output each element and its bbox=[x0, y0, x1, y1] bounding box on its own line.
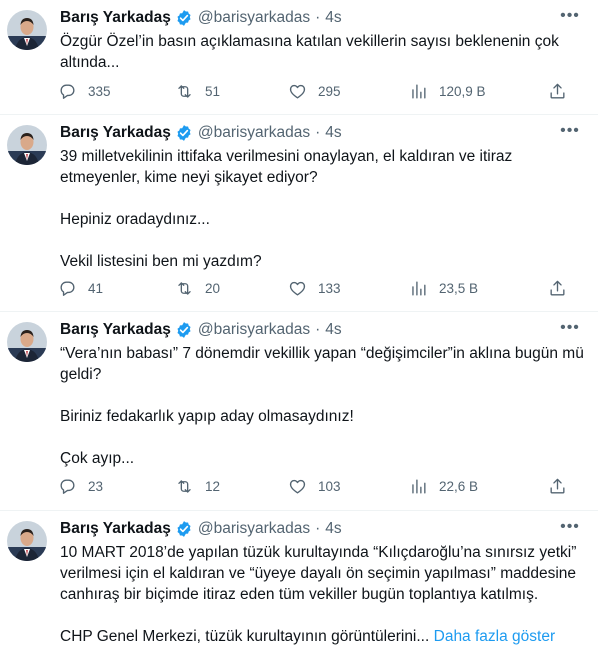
reply-icon bbox=[60, 280, 75, 296]
like-button[interactable]: 133 bbox=[288, 277, 341, 299]
avatar[interactable] bbox=[7, 125, 47, 165]
retweet-count: 20 bbox=[205, 280, 221, 296]
tweet-feed: Barış Yarkadaş @barisyarkadas · 4s ••• Ö… bbox=[0, 0, 598, 648]
views-button[interactable]: 120,9 B bbox=[409, 80, 486, 102]
share-icon bbox=[550, 280, 565, 296]
more-icon[interactable]: ••• bbox=[558, 6, 582, 26]
share-button[interactable] bbox=[548, 277, 567, 299]
reply-button[interactable]: 335 bbox=[58, 80, 111, 102]
tweet-paragraph: Hepiniz oradaydınız... bbox=[60, 211, 210, 228]
heart-icon bbox=[289, 84, 306, 99]
tweet-paragraph: Özgür Özel’in basın açıklamasına katılan… bbox=[60, 33, 564, 71]
heart-icon bbox=[289, 281, 306, 296]
more-icon[interactable]: ••• bbox=[558, 318, 582, 338]
tweet-paragraph: Biriniz fedakarlık yapıp aday olmasaydın… bbox=[60, 408, 354, 425]
separator-dot: · bbox=[315, 520, 321, 537]
tweet-header: Barış Yarkadaş @barisyarkadas · 4s bbox=[60, 7, 342, 29]
views-icon bbox=[412, 478, 426, 494]
view-count: 23,5 B bbox=[439, 280, 479, 296]
tweet-header: Barış Yarkadaş @barisyarkadas · 4s bbox=[60, 518, 342, 540]
tweet-time[interactable]: 4s bbox=[325, 9, 341, 27]
tweet-text: 39 milletvekilinin ittifaka verilmesini … bbox=[60, 146, 588, 272]
author-handle[interactable]: @barisyarkadas bbox=[198, 9, 310, 27]
author-handle[interactable]: @barisyarkadas bbox=[198, 124, 310, 142]
tweet-paragraph: Vekil listesini ben mi yazdım? bbox=[60, 253, 262, 270]
share-icon bbox=[550, 478, 565, 494]
retweet-count: 51 bbox=[205, 83, 221, 99]
tweet-time[interactable]: 4s bbox=[325, 520, 341, 538]
tweet-actions: 23 12 103 22,6 B bbox=[58, 475, 568, 497]
more-icon[interactable]: ••• bbox=[558, 121, 582, 141]
tweet-paragraph: 39 milletvekilinin ittifaka verilmesini … bbox=[60, 148, 517, 186]
verified-badge-icon bbox=[175, 9, 193, 27]
share-button[interactable] bbox=[548, 80, 567, 102]
share-icon bbox=[550, 83, 565, 99]
views-icon bbox=[412, 83, 426, 99]
retweet-count: 12 bbox=[205, 478, 221, 494]
like-button[interactable]: 103 bbox=[288, 475, 341, 497]
tweet-time[interactable]: 4s bbox=[325, 124, 341, 142]
separator-dot: · bbox=[315, 124, 321, 141]
author-name[interactable]: Barış Yarkadaş bbox=[60, 124, 171, 142]
retweet-icon bbox=[178, 281, 191, 295]
tweet-paragraph-text: CHP Genel Merkezi, tüzük kurultayının gö… bbox=[60, 628, 430, 645]
tweet-header: Barış Yarkadaş @barisyarkadas · 4s bbox=[60, 122, 342, 144]
views-button[interactable]: 23,5 B bbox=[409, 277, 478, 299]
more-icon[interactable]: ••• bbox=[558, 517, 582, 537]
like-count: 133 bbox=[318, 280, 341, 296]
verified-badge-icon bbox=[175, 124, 193, 142]
avatar[interactable] bbox=[7, 10, 47, 50]
tweet-paragraph: CHP Genel Merkezi, tüzük kurultayının gö… bbox=[60, 626, 588, 647]
tweet-paragraph: 10 MART 2018’de yapılan tüzük kurultayın… bbox=[60, 544, 581, 603]
tweet-paragraph: Çok ayıp... bbox=[60, 450, 135, 467]
like-button[interactable]: 295 bbox=[288, 80, 341, 102]
author-handle[interactable]: @barisyarkadas bbox=[198, 520, 310, 538]
author-name[interactable]: Barış Yarkadaş bbox=[60, 520, 171, 538]
retweet-icon bbox=[178, 84, 191, 98]
separator-dot: · bbox=[315, 9, 321, 26]
tweet-actions: 41 20 133 23,5 B bbox=[58, 277, 568, 299]
tweet-text: “Vera’nın babası” 7 dönemdir vekillik ya… bbox=[60, 343, 588, 469]
view-count: 120,9 B bbox=[439, 83, 486, 99]
reply-count: 41 bbox=[88, 280, 104, 296]
separator-dot: · bbox=[315, 321, 321, 338]
tweet-text: Özgür Özel’in basın açıklamasına katılan… bbox=[60, 31, 588, 73]
tweet-4[interactable]: Barış Yarkadaş @barisyarkadas · 4s ••• 1… bbox=[0, 511, 598, 648]
like-count: 103 bbox=[318, 478, 341, 494]
tweet-1[interactable]: Barış Yarkadaş @barisyarkadas · 4s ••• Ö… bbox=[0, 0, 598, 115]
author-name[interactable]: Barış Yarkadaş bbox=[60, 321, 171, 339]
retweet-button[interactable]: 12 bbox=[175, 475, 220, 497]
tweet-2[interactable]: Barış Yarkadaş @barisyarkadas · 4s ••• 3… bbox=[0, 115, 598, 312]
retweet-button[interactable]: 51 bbox=[175, 80, 220, 102]
share-button[interactable] bbox=[548, 475, 567, 497]
reply-icon bbox=[60, 83, 75, 99]
tweet-header: Barış Yarkadaş @barisyarkadas · 4s bbox=[60, 319, 342, 341]
reply-icon bbox=[60, 478, 75, 494]
views-icon bbox=[412, 280, 426, 296]
reply-button[interactable]: 41 bbox=[58, 277, 103, 299]
retweet-button[interactable]: 20 bbox=[175, 277, 220, 299]
view-count: 22,6 B bbox=[439, 478, 479, 494]
reply-count: 335 bbox=[88, 83, 111, 99]
tweet-text: 10 MART 2018’de yapılan tüzük kurultayın… bbox=[60, 542, 588, 647]
views-button[interactable]: 22,6 B bbox=[409, 475, 478, 497]
author-name[interactable]: Barış Yarkadaş bbox=[60, 9, 171, 27]
show-more-link[interactable]: Daha fazla göster bbox=[434, 628, 556, 645]
tweet-time[interactable]: 4s bbox=[325, 321, 341, 339]
tweet-3[interactable]: Barış Yarkadaş @barisyarkadas · 4s ••• “… bbox=[0, 312, 598, 511]
retweet-icon bbox=[178, 479, 191, 493]
heart-icon bbox=[289, 479, 306, 494]
reply-button[interactable]: 23 bbox=[58, 475, 103, 497]
tweet-actions: 335 51 295 120,9 B bbox=[58, 80, 568, 102]
verified-badge-icon bbox=[175, 321, 193, 339]
like-count: 295 bbox=[318, 83, 341, 99]
reply-count: 23 bbox=[88, 478, 104, 494]
avatar[interactable] bbox=[7, 322, 47, 362]
author-handle[interactable]: @barisyarkadas bbox=[198, 321, 310, 339]
tweet-paragraph: “Vera’nın babası” 7 dönemdir vekillik ya… bbox=[60, 345, 589, 383]
avatar[interactable] bbox=[7, 521, 47, 561]
verified-badge-icon bbox=[175, 520, 193, 538]
